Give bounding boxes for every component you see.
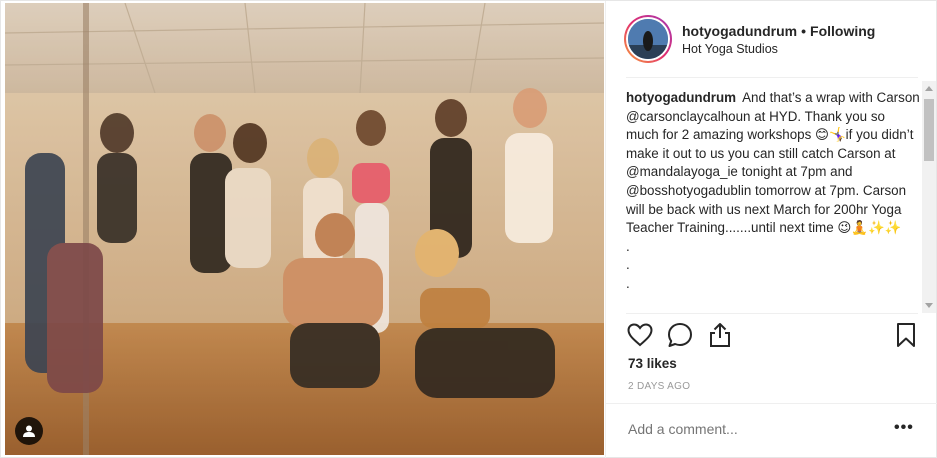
caption: hotyogadundrum And that’s a wrap with Ca… <box>626 89 920 294</box>
scroll-up-arrow-icon[interactable] <box>925 86 933 91</box>
header-separator: • <box>801 23 807 39</box>
share-icon <box>710 323 730 347</box>
divider <box>626 77 918 78</box>
comment-button[interactable] <box>666 321 694 349</box>
scroll-down-arrow-icon[interactable] <box>925 303 933 308</box>
instagram-post: hotyogadundrum • Following Hot Yoga Studio… <box>0 0 937 458</box>
caption-username[interactable]: hotyogadundrum <box>626 90 736 105</box>
comment-input[interactable] <box>628 421 868 437</box>
comment-icon <box>668 323 692 347</box>
more-options-button[interactable]: ••• <box>894 419 914 437</box>
header-username[interactable]: hotyogadundrum <box>682 23 797 39</box>
avatar-image <box>628 19 668 59</box>
location-link[interactable]: Hot Yoga Studios <box>682 41 778 57</box>
save-button[interactable] <box>892 321 920 349</box>
header-user-line: hotyogadundrum • Following <box>682 22 875 40</box>
divider <box>606 403 937 404</box>
caption-dot-1: . <box>626 238 630 254</box>
share-button[interactable] <box>706 321 734 349</box>
caption-dot-3: . <box>626 275 630 291</box>
likes-count[interactable]: 73 likes <box>628 356 677 371</box>
yoga-group-photo <box>5 3 604 455</box>
divider <box>626 313 918 314</box>
caption-scroll-area[interactable]: hotyogadundrum And that’s a wrap with Ca… <box>626 89 920 307</box>
scroll-thumb[interactable] <box>924 99 934 161</box>
following-button[interactable]: Following <box>810 23 875 39</box>
caption-scrollbar[interactable] <box>922 81 936 313</box>
post-photo[interactable] <box>5 3 604 455</box>
bookmark-icon <box>897 323 915 347</box>
tagged-people-button[interactable] <box>15 417 43 445</box>
person-tag-icon <box>23 425 35 437</box>
post-side-panel: hotyogadundrum • Following Hot Yoga Studio… <box>605 1 937 458</box>
post-header: hotyogadundrum • Following Hot Yoga Studio… <box>606 1 937 77</box>
caption-dot-2: . <box>626 257 630 273</box>
avatar[interactable] <box>624 15 672 63</box>
action-bar <box>626 321 920 351</box>
post-timestamp[interactable]: 2 DAYS AGO <box>628 381 690 392</box>
caption-text: And that’s a wrap with Carson @carsoncla… <box>626 90 920 236</box>
heart-icon <box>627 323 653 347</box>
like-button[interactable] <box>626 321 654 349</box>
